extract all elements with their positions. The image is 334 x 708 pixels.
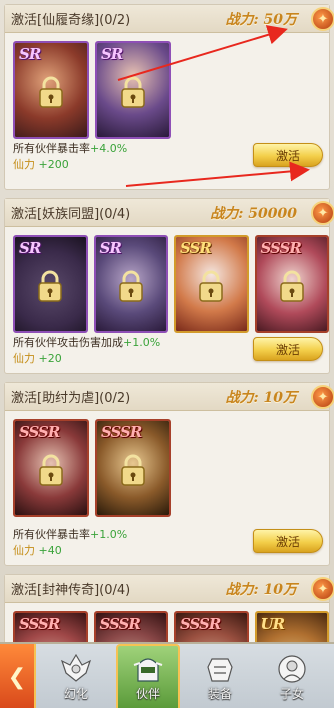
tab-label: 幻化 bbox=[63, 687, 88, 701]
rarity-badge: SR bbox=[101, 45, 123, 63]
back-arrow-button[interactable]: ❮ bbox=[0, 644, 36, 708]
tab-label: 装备 bbox=[207, 687, 232, 701]
back-arrow-icon: ❮ bbox=[7, 664, 27, 690]
activate-button[interactable]: 激活 bbox=[253, 337, 323, 361]
bonus-text: 所有伙伴暴击率 bbox=[13, 142, 90, 155]
partner-card[interactable]: SR bbox=[93, 235, 168, 333]
bonus-text: 所有伙伴暴击率 bbox=[13, 528, 90, 541]
activate-button[interactable]: 激活 bbox=[253, 529, 323, 553]
gift-icon[interactable]: ✦ bbox=[311, 577, 334, 601]
power-value: 战力: 10万 bbox=[225, 581, 297, 598]
tab-label: 子女 bbox=[279, 687, 304, 701]
partner-card[interactable]: SSSR bbox=[95, 419, 171, 517]
partner-card[interactable]: SR bbox=[95, 41, 171, 139]
rarity-badge: SSSR bbox=[260, 239, 302, 257]
bonus-info: 所有伙伴暴击率+4.0% 仙力 +200 激活 bbox=[5, 139, 329, 179]
lock-icon bbox=[121, 76, 145, 108]
partner-card[interactable]: SR bbox=[13, 41, 89, 139]
rarity-badge: SSSR bbox=[180, 615, 221, 633]
bonus-value: +4.0% bbox=[90, 142, 128, 155]
rarity-badge: SSSR bbox=[19, 423, 60, 441]
section-title: 激活[助纣为虐](0/2) bbox=[11, 391, 131, 406]
power-value: 战力: 10万 bbox=[225, 389, 297, 406]
immortal-power-label: 仙力 bbox=[13, 352, 35, 365]
card-row: SR SR SSR SSSR bbox=[5, 227, 329, 333]
lock-icon bbox=[280, 270, 304, 302]
section-header: 激活[仙履奇缘](0/2) 战力: 50万 ✦ bbox=[5, 5, 334, 33]
bond-section-2: 激活[妖族同盟](0/4) 战力: 50000 ✦ SR SR SSR SSSR… bbox=[4, 198, 334, 374]
immortal-power-value: +40 bbox=[38, 544, 62, 557]
lock-icon bbox=[38, 270, 62, 302]
children-icon bbox=[270, 649, 314, 689]
immortal-power-value: +200 bbox=[38, 158, 69, 171]
power-value: 战力: 50000 bbox=[210, 205, 297, 222]
tab-partner[interactable]: 伙伴 bbox=[116, 644, 180, 708]
rarity-badge: SSSR bbox=[99, 615, 141, 633]
section-header: 激活[妖族同盟](0/4) 战力: 50000 ✦ bbox=[5, 199, 334, 227]
bonus-info: 所有伙伴攻击伤害加成+1.0% 仙力 +20 激活 bbox=[5, 333, 329, 373]
gift-icon[interactable]: ✦ bbox=[311, 201, 334, 225]
rarity-badge: SSSR bbox=[19, 615, 60, 633]
lock-icon bbox=[199, 270, 223, 302]
partner-card[interactable]: SSSR bbox=[13, 419, 89, 517]
lock-icon bbox=[119, 270, 143, 302]
partner-icon bbox=[126, 649, 170, 689]
bond-section-1: 激活[仙履奇缘](0/2) 战力: 50万 ✦ SR SR 所有伙伴暴击率+4.… bbox=[4, 4, 334, 190]
bonus-value: +1.0% bbox=[90, 528, 128, 541]
card-row: SSSR SSSR bbox=[5, 411, 329, 517]
equipment-icon bbox=[198, 649, 242, 689]
card-row: SR SR bbox=[5, 33, 329, 139]
rarity-badge: SR bbox=[19, 239, 41, 257]
rarity-badge: SR bbox=[19, 45, 41, 63]
partner-card[interactable]: SSSR bbox=[254, 235, 329, 333]
section-title: 激活[妖族同盟](0/4) bbox=[11, 207, 131, 222]
tab-label: 伙伴 bbox=[135, 687, 160, 701]
partner-card[interactable]: SSR bbox=[174, 235, 249, 333]
bonus-value: +1.0% bbox=[123, 336, 161, 349]
power-value: 战力: 50万 bbox=[225, 11, 297, 28]
gift-icon[interactable]: ✦ bbox=[311, 385, 334, 409]
immortal-power-label: 仙力 bbox=[13, 158, 35, 171]
bond-section-3: 激活[助纣为虐](0/2) 战力: 10万 ✦ SSSR SSSR 所有伙伴暴击… bbox=[4, 382, 334, 566]
section-header: 激活[助纣为虐](0/2) 战力: 10万 ✦ bbox=[5, 383, 334, 411]
section-title: 激活[封神传奇](0/4) bbox=[11, 583, 131, 598]
partner-bonds-screen: 激活[仙履奇缘](0/2) 战力: 50万 ✦ SR SR 所有伙伴暴击率+4.… bbox=[0, 0, 334, 708]
lock-icon bbox=[39, 454, 63, 486]
lock-icon bbox=[39, 76, 63, 108]
gift-icon[interactable]: ✦ bbox=[311, 7, 334, 31]
phantom-icon bbox=[54, 649, 98, 689]
bonus-text: 所有伙伴攻击伤害加成 bbox=[13, 336, 123, 349]
activate-button[interactable]: 激活 bbox=[253, 143, 323, 167]
tab-children[interactable]: 子女 bbox=[260, 644, 324, 708]
bonus-info: 所有伙伴暴击率+1.0% 仙力 +40 激活 bbox=[5, 517, 329, 557]
tab-equipment[interactable]: 装备 bbox=[188, 644, 252, 708]
lock-icon bbox=[121, 454, 145, 486]
bottom-nav: ❮ 幻化 伙伴 装备 子女 bbox=[0, 642, 334, 708]
tab-phantom[interactable]: 幻化 bbox=[44, 644, 108, 708]
rarity-badge: UR bbox=[260, 615, 286, 633]
rarity-badge: SSR bbox=[180, 239, 212, 257]
rarity-badge: SR bbox=[99, 239, 122, 257]
immortal-power-value: +20 bbox=[38, 352, 62, 365]
section-title: 激活[仙履奇缘](0/2) bbox=[11, 13, 131, 28]
partner-card[interactable]: SR bbox=[13, 235, 88, 333]
immortal-power-label: 仙力 bbox=[13, 544, 35, 557]
rarity-badge: SSSR bbox=[101, 423, 142, 441]
section-header: 激活[封神传奇](0/4) 战力: 10万 ✦ bbox=[5, 575, 334, 603]
